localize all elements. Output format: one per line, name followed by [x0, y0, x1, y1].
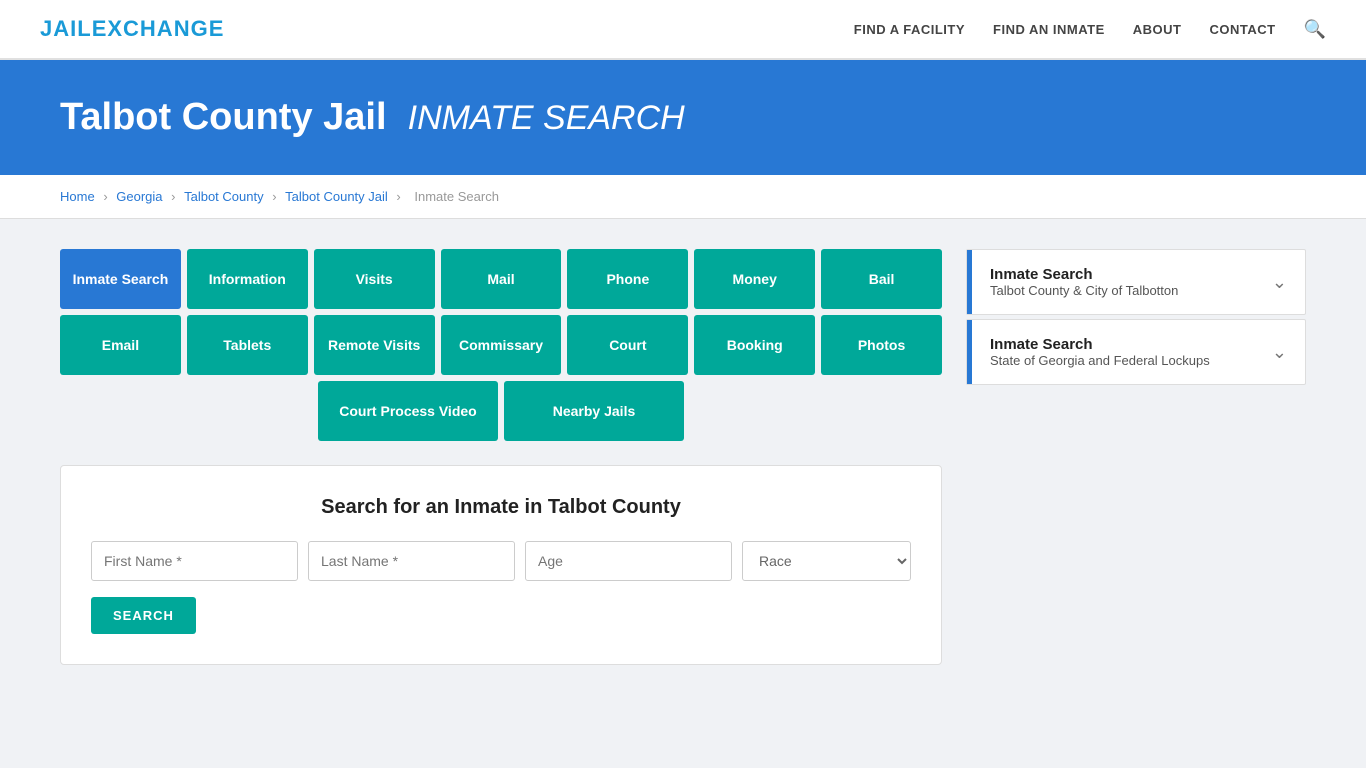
sidebar-card-georgia-title: Inmate Search — [990, 336, 1210, 353]
nav-buttons-row2: Email Tablets Remote Visits Commissary C… — [60, 315, 942, 375]
hero-title-bold: Talbot County Jail — [60, 96, 387, 138]
btn-court[interactable]: Court — [567, 315, 688, 375]
race-select[interactable]: Race White Black Hispanic Asian Other — [742, 541, 911, 581]
btn-nearby-jails[interactable]: Nearby Jails — [504, 381, 684, 441]
btn-information[interactable]: Information — [187, 249, 308, 309]
breadcrumb-current: Inmate Search — [414, 189, 499, 204]
btn-remote-visits[interactable]: Remote Visits — [314, 315, 435, 375]
sidebar-card-talbot: Inmate Search Talbot County & City of Ta… — [966, 249, 1306, 315]
logo-black: JAIL — [40, 16, 92, 41]
sidebar-card-talbot-title: Inmate Search — [990, 266, 1178, 283]
breadcrumb-sep-1: › — [103, 189, 111, 204]
sidebar-card-georgia: Inmate Search State of Georgia and Feder… — [966, 319, 1306, 385]
search-fields: Race White Black Hispanic Asian Other — [91, 541, 911, 581]
btn-commissary[interactable]: Commissary — [441, 315, 562, 375]
site-logo[interactable]: JAILEXCHANGE — [40, 16, 224, 42]
nav-find-facility[interactable]: FIND A FACILITY — [854, 22, 965, 37]
breadcrumb-sep-2: › — [171, 189, 179, 204]
main-content: Inmate Search Information Visits Mail Ph… — [0, 219, 1366, 695]
main-nav: JAILEXCHANGE FIND A FACILITY FIND AN INM… — [0, 0, 1366, 60]
btn-phone[interactable]: Phone — [567, 249, 688, 309]
nav-contact[interactable]: CONTACT — [1209, 22, 1275, 37]
btn-visits[interactable]: Visits — [314, 249, 435, 309]
first-name-input[interactable] — [91, 541, 298, 581]
nav-about[interactable]: ABOUT — [1133, 22, 1182, 37]
sidebar-card-georgia-header[interactable]: Inmate Search State of Georgia and Feder… — [967, 320, 1305, 384]
chevron-down-icon[interactable]: ⌄ — [1272, 272, 1287, 293]
left-column: Inmate Search Information Visits Mail Ph… — [60, 249, 942, 665]
breadcrumb-talbot-county[interactable]: Talbot County — [184, 189, 264, 204]
btn-tablets[interactable]: Tablets — [187, 315, 308, 375]
sidebar-card-talbot-header[interactable]: Inmate Search Talbot County & City of Ta… — [967, 250, 1305, 314]
age-input[interactable] — [525, 541, 732, 581]
sidebar-card-talbot-titles: Inmate Search Talbot County & City of Ta… — [990, 266, 1178, 298]
breadcrumb-home[interactable]: Home — [60, 189, 95, 204]
breadcrumb-georgia[interactable]: Georgia — [116, 189, 162, 204]
btn-bail[interactable]: Bail — [821, 249, 942, 309]
nav-buttons-row1: Inmate Search Information Visits Mail Ph… — [60, 249, 942, 309]
search-icon[interactable]: 🔍 — [1304, 19, 1326, 39]
btn-money[interactable]: Money — [694, 249, 815, 309]
btn-booking[interactable]: Booking — [694, 315, 815, 375]
search-button[interactable]: SEARCH — [91, 597, 196, 634]
nav-links: FIND A FACILITY FIND AN INMATE ABOUT CON… — [854, 19, 1326, 40]
btn-email[interactable]: Email — [60, 315, 181, 375]
page-title: Talbot County Jail INMATE SEARCH — [60, 96, 1306, 139]
nav-find-inmate[interactable]: FIND AN INMATE — [993, 22, 1105, 37]
sidebar-card-talbot-subtitle: Talbot County & City of Talbotton — [990, 283, 1178, 298]
breadcrumb-sep-3: › — [272, 189, 280, 204]
breadcrumb: Home › Georgia › Talbot County › Talbot … — [0, 175, 1366, 219]
nav-buttons-row3: Court Process Video Nearby Jails — [60, 381, 942, 441]
breadcrumb-sep-4: › — [396, 189, 404, 204]
sidebar-card-georgia-subtitle: State of Georgia and Federal Lockups — [990, 353, 1210, 368]
btn-mail[interactable]: Mail — [441, 249, 562, 309]
btn-inmate-search[interactable]: Inmate Search — [60, 249, 181, 309]
search-form-title: Search for an Inmate in Talbot County — [91, 496, 911, 519]
last-name-input[interactable] — [308, 541, 515, 581]
hero-title-italic: INMATE SEARCH — [408, 99, 685, 137]
chevron-down-icon-2[interactable]: ⌄ — [1272, 342, 1287, 363]
right-sidebar: Inmate Search Talbot County & City of Ta… — [966, 249, 1306, 389]
sidebar-card-georgia-titles: Inmate Search State of Georgia and Feder… — [990, 336, 1210, 368]
search-form-container: Search for an Inmate in Talbot County Ra… — [60, 465, 942, 665]
btn-photos[interactable]: Photos — [821, 315, 942, 375]
logo-blue: EXCHANGE — [92, 16, 225, 41]
btn-court-process-video[interactable]: Court Process Video — [318, 381, 498, 441]
breadcrumb-talbot-jail[interactable]: Talbot County Jail — [285, 189, 388, 204]
hero-banner: Talbot County Jail INMATE SEARCH — [0, 60, 1366, 175]
